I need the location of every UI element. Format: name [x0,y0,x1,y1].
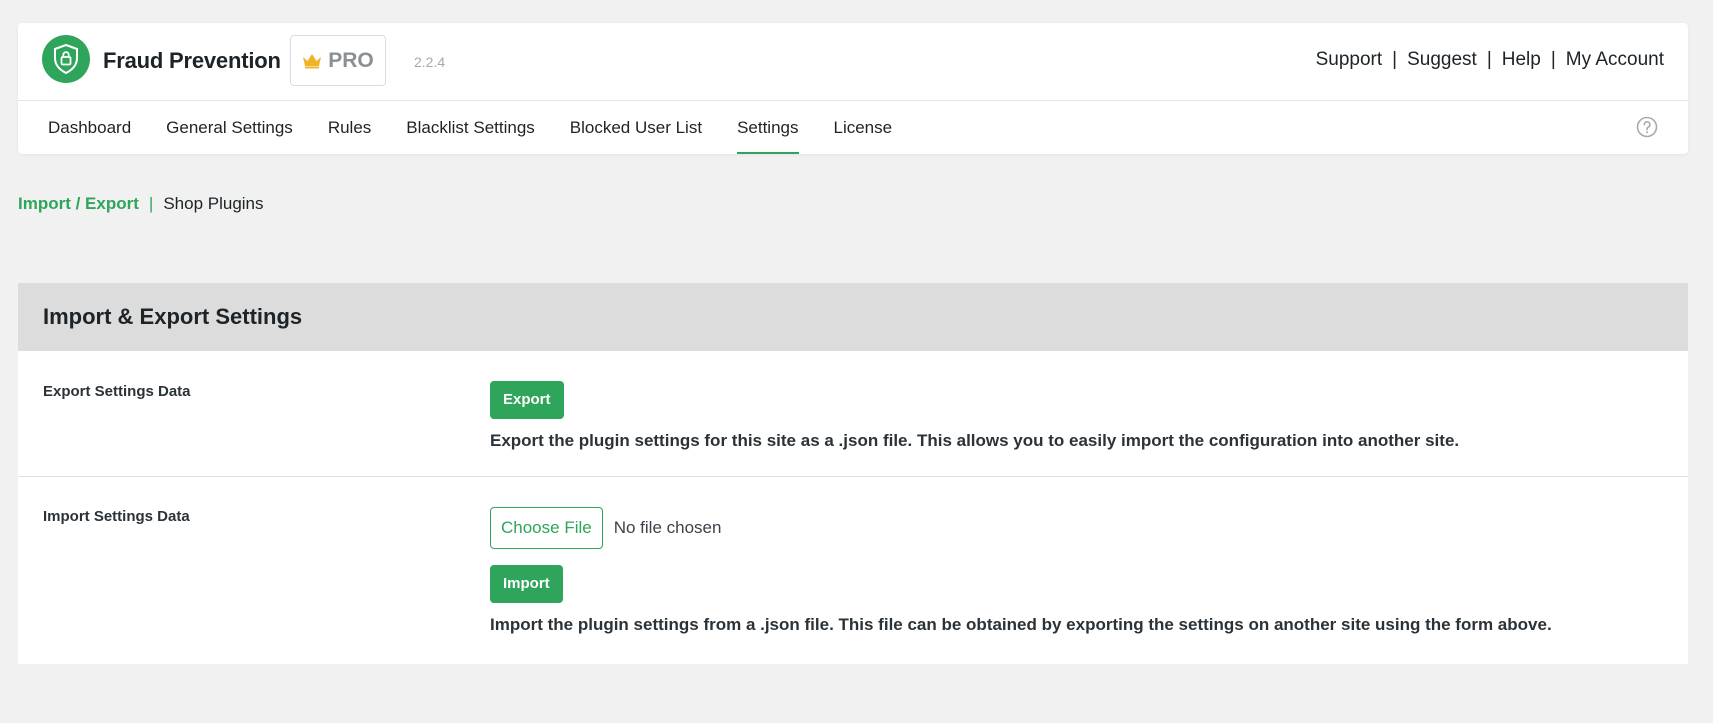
link-separator: | [1486,49,1492,70]
top-links: Support | Suggest | Help | My Account [1316,49,1664,71]
tab-blocked-user-list[interactable]: Blocked User List [570,102,702,154]
export-label: Export Settings Data [43,383,191,400]
pro-badge: PRO [290,35,386,86]
subnav-import-export[interactable]: Import / Export [18,194,139,214]
plugin-header: Fraud Prevention PRO 2.2.4 Support | Sug… [18,23,1688,154]
link-separator: | [1392,49,1398,70]
file-picker: Choose File No file chosen [490,507,1552,549]
export-description: Export the plugin settings for this site… [490,431,1460,450]
import-description: Import the plugin settings from a .json … [490,615,1552,634]
pro-label: PRO [328,48,374,72]
suggest-link[interactable]: Suggest [1407,49,1477,71]
brand-bar: Fraud Prevention PRO 2.2.4 Support | Sug… [18,23,1688,101]
tab-dashboard[interactable]: Dashboard [48,102,131,154]
crown-icon [302,53,322,69]
support-link[interactable]: Support [1316,49,1383,71]
settings-subnav: Import / Export | Shop Plugins [18,194,264,214]
tab-rules[interactable]: Rules [328,102,371,154]
file-status: No file chosen [613,518,722,537]
import-export-panel: Import & Export Settings Export Settings… [18,283,1688,664]
export-body: Export Export the plugin settings for th… [490,381,1459,451]
choose-file-button[interactable]: Choose File [490,507,603,549]
subnav-shop-plugins[interactable]: Shop Plugins [163,194,263,214]
import-button[interactable]: Import [490,565,563,603]
tab-blacklist-settings[interactable]: Blacklist Settings [406,102,535,154]
import-label: Import Settings Data [43,508,190,525]
import-body: Choose File No file chosen Import Import… [490,507,1552,635]
export-row: Export Settings Data Export Export the p… [18,351,1688,477]
nav-tabs: Dashboard General Settings Rules Blackli… [48,102,892,154]
import-button-wrap: Import [490,565,1552,603]
panel-title: Import & Export Settings [18,283,1688,351]
my-account-link[interactable]: My Account [1566,49,1664,71]
link-separator: | [1550,49,1556,70]
version-label: 2.2.4 [414,54,446,70]
export-button[interactable]: Export [490,381,564,419]
tab-license[interactable]: License [834,102,893,154]
plugin-title: Fraud Prevention [103,48,281,73]
tab-general-settings[interactable]: General Settings [166,102,293,154]
help-link[interactable]: Help [1502,49,1541,71]
tab-settings[interactable]: Settings [737,102,799,154]
import-row: Import Settings Data Choose File No file… [18,477,1688,664]
shield-lock-logo-icon [42,35,90,83]
subnav-separator: | [148,194,154,213]
main-nav: Dashboard General Settings Rules Blackli… [18,102,1688,154]
help-circle-icon[interactable] [1636,116,1658,138]
